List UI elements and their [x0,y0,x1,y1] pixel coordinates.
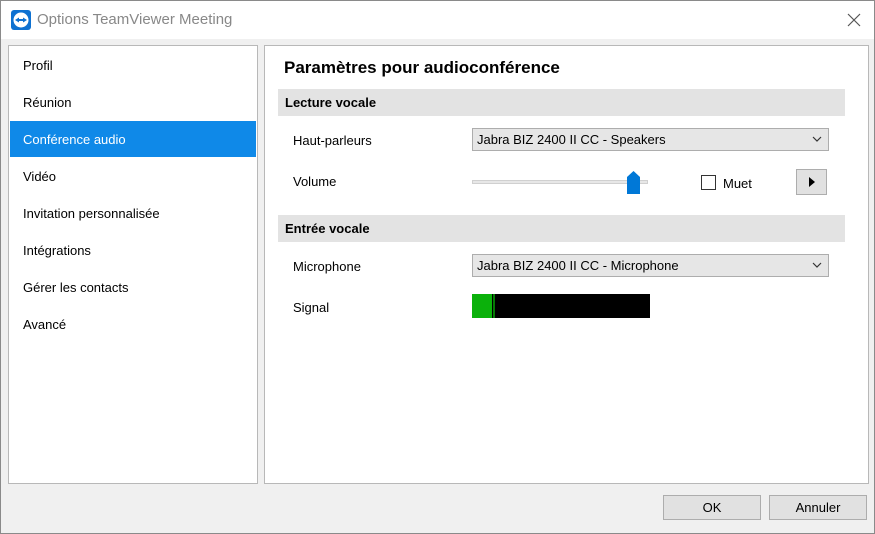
sidebar-item-invitation-personnalisee[interactable]: Invitation personnalisée [10,195,256,231]
section-header-input: Entrée vocale [278,215,845,242]
title-bar: Options TeamViewer Meeting [1,1,874,39]
sidebar-item-avance[interactable]: Avancé [10,306,256,342]
sidebar-item-integrations[interactable]: Intégrations [10,232,256,268]
cancel-button[interactable]: Annuler [769,495,867,520]
speakers-dropdown[interactable]: Jabra BIZ 2400 II CC - Speakers [472,128,829,151]
signal-peak-marker [493,294,495,318]
page-title: Paramètres pour audioconférence [284,58,560,77]
signal-level-meter [472,294,650,318]
teamviewer-logo-icon [11,10,31,30]
sidebar-item-conference-audio[interactable]: Conférence audio [10,121,256,157]
signal-level-fill [472,294,492,318]
microphone-dropdown[interactable]: Jabra BIZ 2400 II CC - Microphone [472,254,829,277]
speakers-label: Haut-parleurs [293,133,372,148]
options-window: Options TeamViewer Meeting Profil Réunio… [0,0,875,534]
volume-slider[interactable] [472,180,648,184]
settings-panel: Paramètres pour audioconférence Lecture … [264,45,869,484]
test-sound-button[interactable] [796,169,827,195]
sidebar-item-video[interactable]: Vidéo [10,158,256,194]
play-icon [809,177,815,187]
volume-slider-thumb[interactable] [627,171,640,194]
mute-checkbox[interactable] [701,175,716,190]
speakers-value: Jabra BIZ 2400 II CC - Speakers [477,132,666,147]
chevron-down-icon [812,136,822,142]
sidebar-nav: Profil Réunion Conférence audio Vidéo In… [8,45,258,484]
volume-label: Volume [293,174,337,189]
microphone-label: Microphone [293,259,361,274]
sidebar-item-reunion[interactable]: Réunion [10,84,256,120]
chevron-down-icon [812,262,822,268]
microphone-value: Jabra BIZ 2400 II CC - Microphone [477,258,679,273]
mute-label: Muet [723,176,752,191]
window-title: Options TeamViewer Meeting [37,11,233,28]
sidebar-item-gerer-les-contacts[interactable]: Gérer les contacts [10,269,256,305]
ok-button[interactable]: OK [663,495,761,520]
sidebar-item-profil[interactable]: Profil [10,47,256,83]
signal-label: Signal [293,300,330,315]
close-icon[interactable] [841,9,867,31]
section-header-playback: Lecture vocale [278,89,845,116]
